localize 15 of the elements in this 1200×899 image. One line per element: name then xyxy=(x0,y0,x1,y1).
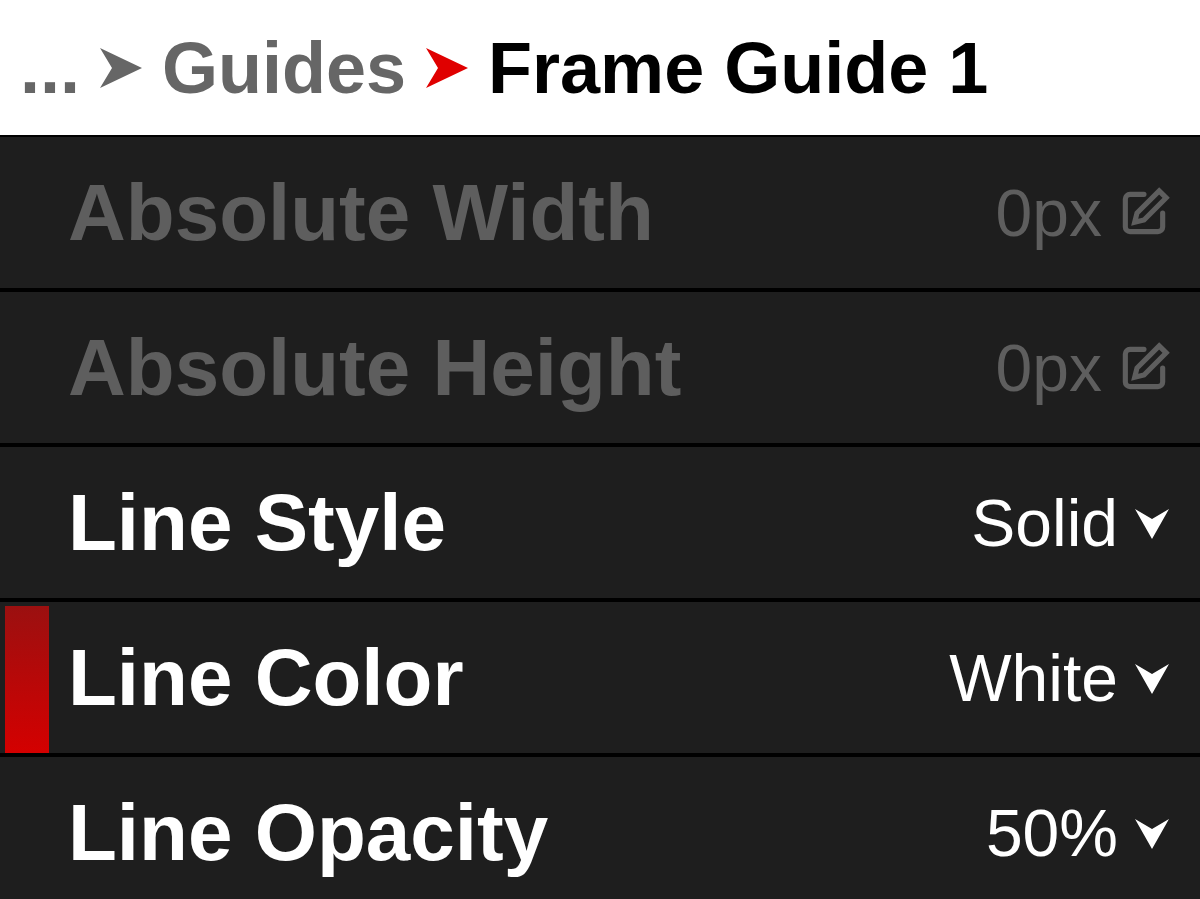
value-dropdown[interactable]: White xyxy=(949,639,1172,716)
setting-label: Line Style xyxy=(68,476,446,569)
setting-row[interactable]: Line Opacity 50% xyxy=(0,757,1200,899)
breadcrumb-item[interactable]: ... xyxy=(20,26,80,109)
breadcrumb-item[interactable]: Guides xyxy=(162,26,407,109)
setting-label: Line Opacity xyxy=(68,786,549,879)
breadcrumb-item[interactable]: Frame Guide 1 xyxy=(488,26,989,109)
value-dropdown[interactable]: Solid xyxy=(971,484,1172,561)
setting-row[interactable]: Line Style Solid xyxy=(0,447,1200,598)
setting-row[interactable]: Line Color White xyxy=(0,602,1200,753)
value-dropdown[interactable]: 50% xyxy=(985,794,1172,871)
setting-label: Absolute Width xyxy=(68,166,654,259)
setting-label: Line Color xyxy=(68,631,464,724)
setting-label: Absolute Height xyxy=(68,321,682,414)
chevron-icon xyxy=(98,45,144,90)
